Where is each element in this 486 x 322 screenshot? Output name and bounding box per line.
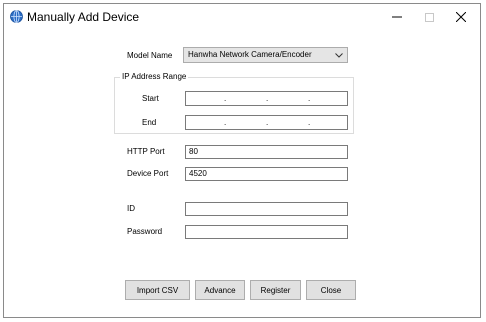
password-label: Password [127,227,163,236]
ip-dot: . [266,94,269,103]
device-port-label: Device Port [127,169,169,178]
ip-dot: . [224,118,227,127]
id-label: ID [127,204,135,213]
model-name-label: Model Name [127,51,173,60]
minimize-button[interactable] [382,4,412,30]
maximize-icon [424,12,434,22]
import-csv-button[interactable]: Import CSV [125,280,190,300]
end-ip-input[interactable]: . . . [185,115,348,130]
close-icon [456,12,466,22]
http-port-label: HTTP Port [127,147,165,156]
start-label: Start [142,94,159,103]
register-button[interactable]: Register [250,280,301,300]
advance-button[interactable]: Advance [195,280,245,300]
ip-dot: . [266,118,269,127]
close-button[interactable]: Close [306,280,356,300]
globe-app-icon [10,10,23,23]
maximize-button[interactable] [414,4,444,30]
end-label: End [142,118,157,127]
model-name-value: Hanwha Network Camera/Encoder [188,50,312,59]
window-title: Manually Add Device [27,10,140,24]
ip-dot: . [308,118,311,127]
minimize-icon [392,16,402,18]
ip-dot: . [308,94,311,103]
ip-range-label: IP Address Range [120,72,189,81]
start-ip-input[interactable]: . . . [185,91,348,106]
model-name-dropdown[interactable]: Hanwha Network Camera/Encoder [183,47,348,63]
title-bar[interactable]: Manually Add Device [4,4,480,30]
ip-dot: . [224,94,227,103]
close-window-button[interactable] [446,4,476,30]
device-port-input[interactable]: 4520 [185,167,348,181]
http-port-input[interactable]: 80 [185,145,348,159]
chevron-down-icon [335,48,343,62]
password-input[interactable] [185,225,348,239]
id-input[interactable] [185,202,348,216]
